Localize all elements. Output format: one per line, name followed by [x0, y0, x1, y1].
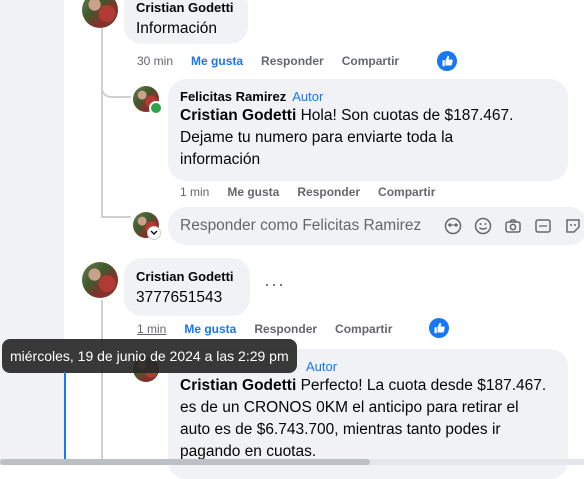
reply-button[interactable]: Responder [261, 54, 324, 68]
emoji-icon[interactable] [474, 217, 492, 240]
like-button[interactable]: Me gusta [227, 185, 279, 199]
share-button[interactable]: Compartir [342, 54, 399, 68]
sticker-icon[interactable] [564, 217, 582, 240]
comment-actions: 1 min Me gusta Responder Compartir [137, 322, 410, 336]
comment-text: Información [136, 20, 217, 37]
scrollbar-thumb[interactable] [0, 459, 370, 465]
like-reaction-icon[interactable] [429, 318, 449, 338]
reply-bubble: Felicitas Ramirez Autor Cristian Godetti … [168, 79, 568, 181]
comment-author[interactable]: Cristian Godetti [136, 0, 236, 15]
reply-text-line: Perfecto! La cuota desde $187.467. [296, 377, 547, 394]
reply-author: Felicitas Ramirez Autor [180, 89, 556, 104]
thread-line-curve [101, 80, 131, 98]
share-button[interactable]: Compartir [335, 322, 392, 336]
reply-text-line: pagando en cuotas. [180, 443, 317, 460]
thread-line [101, 300, 103, 465]
reply-text-line: Dejame tu numero para enviarte toda la [180, 129, 454, 146]
author-badge: Autor [292, 89, 324, 104]
reply-actions: 1 min Me gusta Responder Compartir [180, 185, 453, 199]
like-button[interactable]: Me gusta [184, 322, 236, 336]
reply-timestamp[interactable]: 1 min [180, 185, 209, 199]
reply-text: Cristian Godetti Hola! Son cuotas de $18… [180, 105, 556, 171]
left-gutter [0, 0, 64, 465]
thread-line-curve [101, 216, 131, 218]
author-badge: Autor [306, 359, 338, 374]
share-button[interactable]: Compartir [378, 185, 435, 199]
avatar[interactable] [82, 0, 118, 28]
comment-actions: 30 min Me gusta Responder Compartir [137, 54, 417, 68]
avatar-sticker-icon[interactable] [444, 217, 462, 240]
comment-author[interactable]: Cristian Godetti [136, 269, 238, 284]
online-status-icon [149, 101, 163, 115]
reply-text-line: información [180, 151, 261, 168]
avatar[interactable] [82, 262, 118, 298]
reply-text-line: Hola! Son cuotas de $187.467. [296, 107, 514, 124]
reply-text-line: auto es de $6.743.700, mientras tanto po… [180, 421, 501, 438]
reply-author-name[interactable]: Felicitas Ramirez [180, 89, 286, 104]
comment-text: 3777651543 [136, 289, 223, 306]
comment-bubble: Cristian Godetti 3777651543 [124, 258, 250, 316]
mention-link[interactable]: Cristian Godetti [180, 377, 296, 394]
comment-bubble: Cristian Godetti Información [124, 0, 248, 44]
like-reaction-icon[interactable] [437, 51, 457, 71]
thread-line [101, 28, 103, 218]
profile-switch-icon[interactable] [147, 226, 161, 240]
comment-timestamp[interactable]: 1 min [137, 322, 166, 336]
like-button[interactable]: Me gusta [191, 54, 243, 68]
active-thread-indicator [64, 372, 66, 460]
more-options-icon[interactable]: ··· [264, 274, 285, 295]
reply-input-placeholder: Responder como Felicitas Ramirez [180, 217, 422, 234]
gif-icon[interactable] [534, 217, 552, 240]
tooltip-text: miércoles, 19 de junio de 2024 a las 2:2… [10, 348, 289, 364]
reply-text-line: es de un CRONOS 0KM el anticipo para ret… [180, 399, 519, 416]
reply-text: Cristian Godetti Perfecto! La cuota desd… [180, 375, 556, 463]
comment-timestamp[interactable]: 30 min [137, 54, 173, 68]
horizontal-scrollbar[interactable] [0, 459, 584, 465]
timestamp-tooltip: miércoles, 19 de junio de 2024 a las 2:2… [2, 339, 297, 373]
reply-button[interactable]: Responder [254, 322, 317, 336]
camera-icon[interactable] [504, 217, 522, 240]
reply-button[interactable]: Responder [297, 185, 360, 199]
mention-link[interactable]: Cristian Godetti [180, 107, 296, 124]
reply-tools [444, 217, 582, 240]
